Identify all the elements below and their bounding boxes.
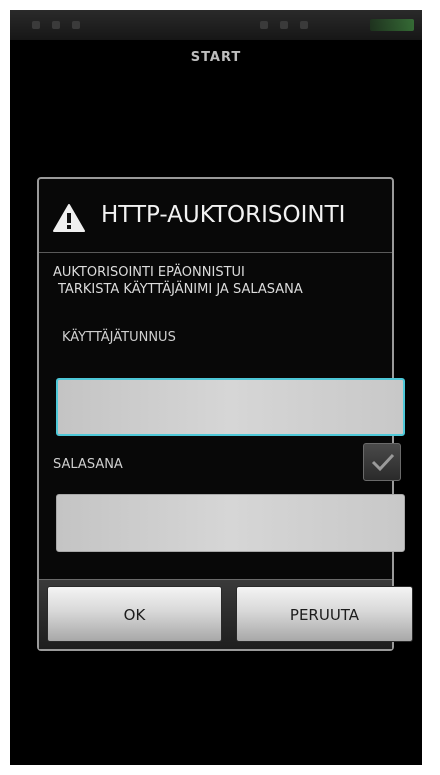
status-bar <box>10 10 422 40</box>
signal-icon <box>260 21 268 29</box>
status-icon <box>72 21 80 29</box>
app-screen: START HTTP-AUKTORISOINTI AUKTORISOINTI E… <box>10 10 422 765</box>
checkmark-icon <box>371 453 395 472</box>
warning-icon <box>53 204 85 232</box>
username-field[interactable] <box>56 378 405 436</box>
app-title: START <box>190 50 242 65</box>
ok-button[interactable]: OK <box>47 586 222 642</box>
dialog-header: HTTP-AUKTORISOINTI <box>39 179 392 253</box>
status-icon <box>32 21 40 29</box>
status-icon <box>300 21 308 29</box>
error-message: AUKTORISOINTI EPÄONNISTUI <box>53 265 245 280</box>
username-label: KÄYTTÄJÄTUNNUS <box>62 330 176 345</box>
http-auth-dialog: HTTP-AUKTORISOINTI AUKTORISOINTI EPÄONNI… <box>37 177 413 651</box>
password-field[interactable] <box>56 494 405 552</box>
cancel-button[interactable]: PERUUTA <box>236 586 413 642</box>
wifi-icon <box>280 21 288 29</box>
battery-icon <box>370 19 414 31</box>
error-hint: TARKISTA KÄYTTÄJÄNIMI JA SALASANA <box>58 282 303 297</box>
show-password-checkbox[interactable] <box>363 443 401 481</box>
status-icon <box>52 21 60 29</box>
dialog-title: HTTP-AUKTORISOINTI <box>101 202 346 228</box>
button-bar: OK PERUUTA <box>39 579 413 649</box>
password-label: SALASANA <box>53 457 123 472</box>
